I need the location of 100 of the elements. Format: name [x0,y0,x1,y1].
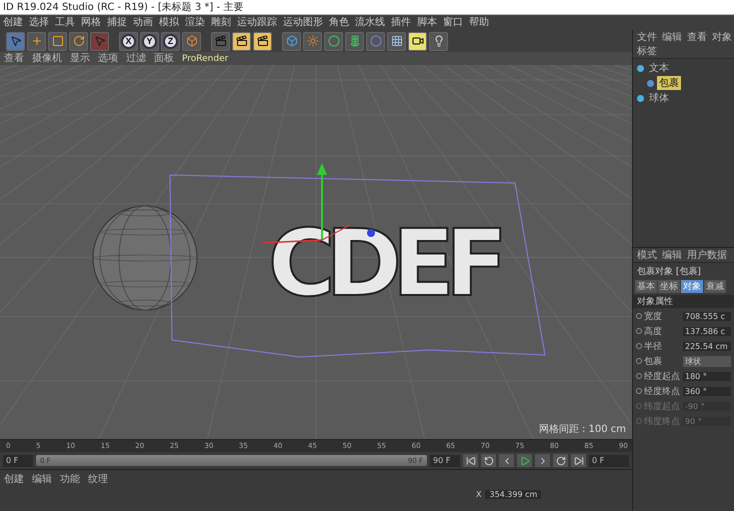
viewport-menu-item[interactable]: 摄像机 [32,52,62,64]
start-frame-field[interactable]: 0 F [3,454,33,466]
field-label: 宽度 [644,310,663,323]
object-manager-menu-item[interactable]: 查看 [687,30,707,44]
menu-item[interactable]: 创建 [3,16,23,29]
object-icon [637,94,644,102]
current-frame-field[interactable]: 0 F [589,454,629,466]
viewport-menu-item[interactable]: ProRender [182,52,228,64]
sphere-icon [328,35,340,47]
menu-item[interactable]: 选择 [29,16,49,29]
animation-radio[interactable] [636,358,642,364]
skip-forward-icon [574,456,584,466]
animation-radio[interactable] [636,313,642,320]
attribute-menu-item[interactable]: 用户数据 [687,248,727,262]
previous-key-button[interactable] [481,454,496,467]
flower-icon [348,35,360,47]
field-label: 高度 [644,326,663,338]
object-item[interactable]: 文本 [647,61,671,75]
animation-radio[interactable] [636,328,642,334]
menu-item[interactable]: 插件 [391,16,411,29]
menu-item[interactable]: 捕捉 [107,16,127,29]
number-field[interactable]: 708.555 c [683,312,731,321]
menu-item[interactable]: 窗口 [443,16,463,29]
number-field[interactable]: 137.586 c [683,326,731,336]
go-to-start-button[interactable] [463,454,478,467]
animation-radio[interactable] [636,343,642,350]
object-icon [647,80,654,86]
coordinate-field[interactable]: 354.399 cm [485,490,542,499]
play-button[interactable] [517,454,532,467]
attribute-menu-item[interactable]: 编辑 [662,248,682,262]
menu-item[interactable]: 工具 [55,16,75,29]
attribute-menu-item[interactable]: 模式 [637,248,657,262]
window-title: ID R19.024 Studio (RC - R19) - [未标题 3 *] - 主要 [0,0,734,15]
viewport-menu-item[interactable]: 选项 [98,52,118,64]
attribute-tab[interactable]: 基本 [635,280,657,293]
loop-icon [556,456,566,466]
loop-icon [484,456,494,466]
menu-item[interactable]: 雕刻 [211,16,231,29]
pointer-icon [94,35,106,47]
field-label: 包裹 [644,356,663,368]
next-key-button[interactable] [553,454,568,467]
object-manager-menu-item[interactable]: 对象 [712,30,732,44]
axis-toggle-button[interactable]: Y [140,32,159,50]
clapperboard-icon [236,35,248,47]
move-icon [30,35,42,47]
menu-item[interactable]: 运动跟踪 [237,16,277,29]
next-frame-button[interactable] [535,454,550,467]
menu-item[interactable]: 脚本 [417,16,437,29]
cube-icon [286,35,298,47]
object-item[interactable]: 包裹 [657,76,681,90]
attribute-tab[interactable]: 对象 [681,280,703,293]
menu-item[interactable]: 网格 [81,16,101,29]
object-manager-menu-item[interactable]: 标签 [637,44,657,58]
attribute-tab[interactable]: 坐标 [658,280,680,293]
material-menu-item[interactable]: 创建 [4,472,24,486]
object-manager-menu-item[interactable]: 编辑 [662,30,682,44]
animation-radio[interactable] [636,388,642,394]
field-label: 纬度起点 [644,400,681,413]
animation-radio[interactable] [636,373,642,380]
material-menu-item[interactable]: 编辑 [32,472,52,486]
toolbar-button[interactable] [408,32,427,50]
viewport-menu-item[interactable]: 面板 [154,52,174,64]
object-icon [637,64,644,72]
play-icon [520,456,530,466]
axis-toggle-button[interactable]: X [119,32,138,50]
attribute-tab[interactable]: 衰减 [704,280,726,293]
menu-item[interactable]: 动画 [133,16,153,29]
number-field[interactable]: 180 ° [683,372,731,381]
section-header: 对象属性 [633,294,734,308]
field-label: 纬度终点 [644,416,681,428]
go-to-end-button[interactable] [571,454,586,467]
toolbar-button[interactable] [429,32,448,50]
clapperboard-icon [214,35,226,47]
grid-spacing-label: 网格间距 : 100 cm [538,422,626,436]
menu-item[interactable]: 模拟 [159,16,179,29]
viewport-menu-item[interactable]: 过滤 [126,52,146,64]
object-item[interactable]: 球体 [647,91,671,105]
toolbar-button[interactable] [232,32,251,50]
skip-back-icon [466,456,476,466]
viewport-menu-item[interactable]: 查看 [4,52,24,64]
viewport-menu-item[interactable]: 显示 [70,52,90,64]
number-field[interactable]: 360 ° [683,386,731,396]
menu-item[interactable]: 角色 [329,16,349,29]
material-menu-item[interactable]: 纹理 [88,472,108,486]
coordinate-label: X [476,490,482,499]
toolbar-button[interactable] [253,32,272,50]
object-manager-menu-item[interactable]: 文件 [637,30,657,44]
camera-icon [412,35,424,47]
menu-item[interactable]: 帮助 [469,16,489,29]
axis-toggle-button[interactable]: Z [161,32,180,50]
field-label: 经度终点 [644,386,681,398]
light-icon [432,35,444,47]
material-menu-item[interactable]: 功能 [60,472,80,486]
end-frame-field[interactable]: 90 F [430,454,460,466]
menu-item[interactable]: 流水线 [355,16,385,29]
number-field[interactable]: 225.54 cm [683,342,731,351]
menu-item[interactable]: 运动图形 [283,16,323,29]
menu-item[interactable]: 渲染 [185,16,205,29]
previous-frame-button[interactable] [499,454,514,467]
dropdown-field[interactable]: 球状 [683,356,731,367]
